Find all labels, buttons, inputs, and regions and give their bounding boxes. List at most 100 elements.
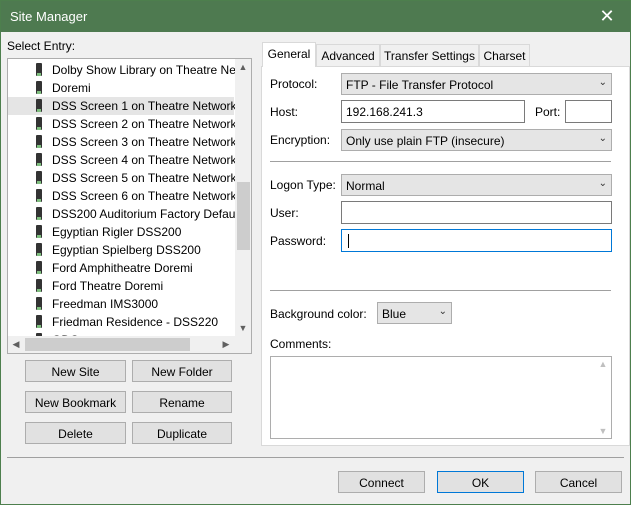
- port-label: Port:: [535, 105, 561, 119]
- chevron-down-icon: ⌄: [438, 306, 447, 317]
- password-label: Password:: [270, 234, 327, 248]
- server-icon: [36, 297, 42, 310]
- delete-button[interactable]: Delete: [25, 422, 126, 444]
- cancel-button[interactable]: Cancel: [535, 471, 622, 493]
- text-caret: [348, 234, 349, 248]
- site-manager-window: Site Manager ✕ Select Entry: Dolby Show …: [0, 0, 631, 505]
- server-icon: [36, 243, 42, 256]
- new-bookmark-button[interactable]: New Bookmark: [25, 391, 126, 413]
- chevron-down-icon: ⌄: [598, 133, 607, 144]
- tree-item[interactable]: Doremi: [8, 79, 234, 97]
- port-input[interactable]: [565, 100, 612, 123]
- background-color-label: Background color:: [270, 307, 367, 321]
- server-icon: [36, 279, 42, 292]
- background-color-select[interactable]: Blue ⌄: [377, 302, 452, 324]
- tree-item-label: DSS Screen 3 on Theatre Network: [52, 135, 237, 149]
- tree-item-label: DSS Screen 5 on Theatre Network: [52, 171, 237, 185]
- logon-type-label: Logon Type:: [270, 178, 336, 192]
- password-input[interactable]: [341, 229, 612, 252]
- server-icon: [36, 63, 42, 76]
- tree-item-label: DSS Screen 6 on Theatre Network: [52, 189, 237, 203]
- new-folder-button[interactable]: New Folder: [132, 360, 232, 382]
- duplicate-button[interactable]: Duplicate: [132, 422, 232, 444]
- protocol-select[interactable]: FTP - File Transfer Protocol ⌄: [341, 73, 612, 95]
- connect-button[interactable]: Connect: [338, 471, 425, 493]
- server-icon: [36, 189, 42, 202]
- background-color-value: Blue: [382, 307, 407, 321]
- tree-item[interactable]: DSS Screen 3 on Theatre Network: [8, 133, 237, 151]
- scroll-down-icon[interactable]: ▼: [235, 320, 251, 336]
- encryption-value: Only use plain FTP (insecure): [346, 134, 505, 148]
- logon-type-select[interactable]: Normal ⌄: [341, 174, 612, 196]
- tree-item[interactable]: Ford Amphitheatre Doremi: [8, 259, 234, 277]
- protocol-value: FTP - File Transfer Protocol: [346, 78, 494, 92]
- scroll-down-icon[interactable]: ▼: [595, 426, 611, 436]
- separator: [270, 161, 611, 162]
- tree-item[interactable]: DSS Screen 5 on Theatre Network: [8, 169, 237, 187]
- window-title: Site Manager: [10, 9, 88, 24]
- comments-scrollbar[interactable]: ▲ ▼: [595, 357, 611, 438]
- tree-item-label: Friedman Residence - DSS220: [52, 315, 219, 329]
- tree-item-label: DSS Screen 4 on Theatre Network: [52, 153, 237, 167]
- tree-item[interactable]: Ford Theatre Doremi: [8, 277, 234, 295]
- chevron-down-icon: ⌄: [598, 77, 607, 88]
- tree-vertical-scrollbar[interactable]: ▲ ▼: [235, 59, 251, 336]
- scroll-right-icon[interactable]: ▶: [218, 336, 234, 353]
- tree-item[interactable]: Freedman IMS3000: [8, 295, 234, 313]
- tab-charset[interactable]: Charset: [479, 44, 530, 66]
- ok-button[interactable]: OK: [437, 471, 524, 493]
- scroll-up-icon[interactable]: ▲: [595, 359, 611, 369]
- encryption-label: Encryption:: [270, 133, 331, 147]
- separator: [270, 290, 611, 291]
- tree-item[interactable]: Friedman Residence - DSS220: [8, 313, 234, 331]
- tab-advanced[interactable]: Advanced: [316, 44, 380, 66]
- site-tree[interactable]: Dolby Show Library on Theatre Network Dor…: [7, 58, 252, 354]
- protocol-label: Protocol:: [270, 77, 318, 91]
- tab-transfer-settings[interactable]: Transfer Settings: [380, 44, 479, 66]
- tree-item-label: DSS Screen 2 on Theatre Network: [52, 117, 237, 131]
- tree-item[interactable]: DSS200 Auditorium Factory Default: [8, 205, 241, 223]
- tree-horizontal-scrollbar[interactable]: ◀ ▶: [8, 336, 251, 353]
- server-icon: [36, 225, 42, 238]
- scroll-thumb-horizontal[interactable]: [25, 338, 190, 351]
- chevron-down-icon: ⌄: [598, 178, 607, 189]
- comments-label: Comments:: [270, 337, 332, 351]
- tree-item[interactable]: DSS Screen 2 on Theatre Network: [8, 115, 237, 133]
- host-label: Host:: [270, 105, 299, 119]
- title-bar: Site Manager ✕: [1, 1, 630, 32]
- tree-item-label: DSS200 Auditorium Factory Default: [52, 207, 242, 221]
- logon-type-value: Normal: [346, 179, 385, 193]
- rename-button[interactable]: Rename: [132, 391, 232, 413]
- tree-item[interactable]: DSS Screen 6 on Theatre Network: [8, 187, 237, 205]
- host-input[interactable]: 192.168.241.3: [341, 100, 525, 123]
- scroll-thumb[interactable]: [237, 182, 250, 250]
- scroll-left-icon[interactable]: ◀: [8, 336, 24, 353]
- server-icon: [36, 171, 42, 184]
- tree-item-label: Doremi: [52, 81, 91, 95]
- server-icon: [36, 117, 42, 130]
- server-icon: [36, 81, 42, 94]
- tree-item[interactable]: DSS Screen 4 on Theatre Network: [8, 151, 237, 169]
- tree-item[interactable]: DSS Screen 1 on Theatre Network: [8, 97, 237, 115]
- tree-item[interactable]: Dolby Show Library on Theatre Network: [8, 61, 251, 79]
- tree-item[interactable]: Egyptian Rigler DSS200: [8, 223, 234, 241]
- tree-item-label: Dolby Show Library on Theatre Network: [52, 63, 252, 77]
- server-icon: [36, 99, 42, 112]
- tree-item[interactable]: Egyptian Spielberg DSS200: [8, 241, 234, 259]
- server-icon: [36, 261, 42, 274]
- encryption-select[interactable]: Only use plain FTP (insecure) ⌄: [341, 129, 612, 151]
- scroll-up-icon[interactable]: ▲: [235, 59, 251, 75]
- server-icon: [36, 207, 42, 220]
- tree-item-label: DSS Screen 1 on Theatre Network: [52, 99, 237, 113]
- new-site-button[interactable]: New Site: [25, 360, 126, 382]
- user-input[interactable]: [341, 201, 612, 224]
- host-value: 192.168.241.3: [346, 105, 423, 119]
- close-icon[interactable]: ✕: [584, 1, 630, 32]
- comments-textarea[interactable]: ▲ ▼: [270, 356, 612, 439]
- tree-item-label: Freedman IMS3000: [52, 297, 159, 311]
- tree-item-label: Ford Amphitheatre Doremi: [52, 261, 193, 275]
- select-entry-label: Select Entry:: [7, 39, 76, 53]
- tree-item-label: Ford Theatre Doremi: [52, 279, 164, 293]
- tab-general[interactable]: General: [262, 42, 316, 67]
- footer-separator: [7, 457, 624, 458]
